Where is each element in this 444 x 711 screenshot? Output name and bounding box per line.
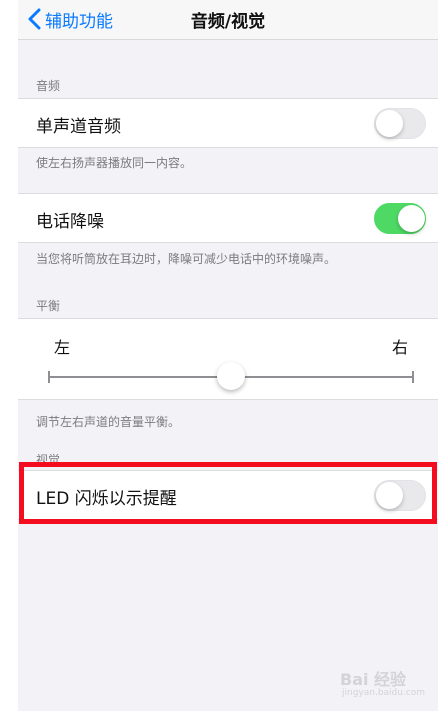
balance-tick-left — [48, 371, 50, 383]
noise-cancellation-footer: 当您将听筒放在耳边时，降噪可减少电话中的环境噪声。 — [36, 252, 337, 266]
mono-audio-toggle[interactable] — [374, 108, 426, 139]
toggle-knob — [398, 205, 425, 232]
balance-left-label: 左 — [54, 338, 71, 357]
mono-audio-footer: 使左右扬声器播放同一内容。 — [36, 156, 193, 170]
balance-row: 左 右 — [18, 318, 438, 400]
balance-slider-thumb[interactable] — [217, 362, 245, 390]
page-title: 音频/视觉 — [190, 12, 266, 32]
mono-audio-label: 单声道音频 — [36, 117, 121, 137]
noise-cancellation-toggle[interactable] — [374, 203, 426, 234]
watermark-logo: Bai 经验 — [340, 670, 407, 689]
balance-footer: 调节左右声道的音量平衡。 — [36, 415, 181, 429]
watermark-url: jingyan.baidu.com — [342, 688, 426, 698]
noise-cancellation-row: 电话降噪 — [18, 193, 438, 243]
noise-cancellation-label: 电话降噪 — [36, 212, 104, 232]
section-header-audio: 音频 — [36, 79, 61, 93]
section-header-balance: 平衡 — [36, 299, 61, 313]
highlight-box — [19, 462, 437, 524]
toggle-knob — [376, 110, 403, 137]
balance-right-label: 右 — [391, 338, 408, 357]
settings-screen: 辅助功能 音频/视觉 音频 单声道音频 使左右扬声器播放同一内容。 电话降噪 当… — [18, 0, 438, 711]
balance-tick-right — [412, 371, 414, 383]
navigation-bar: 辅助功能 音频/视觉 — [18, 0, 438, 40]
mono-audio-row: 单声道音频 — [18, 98, 438, 148]
